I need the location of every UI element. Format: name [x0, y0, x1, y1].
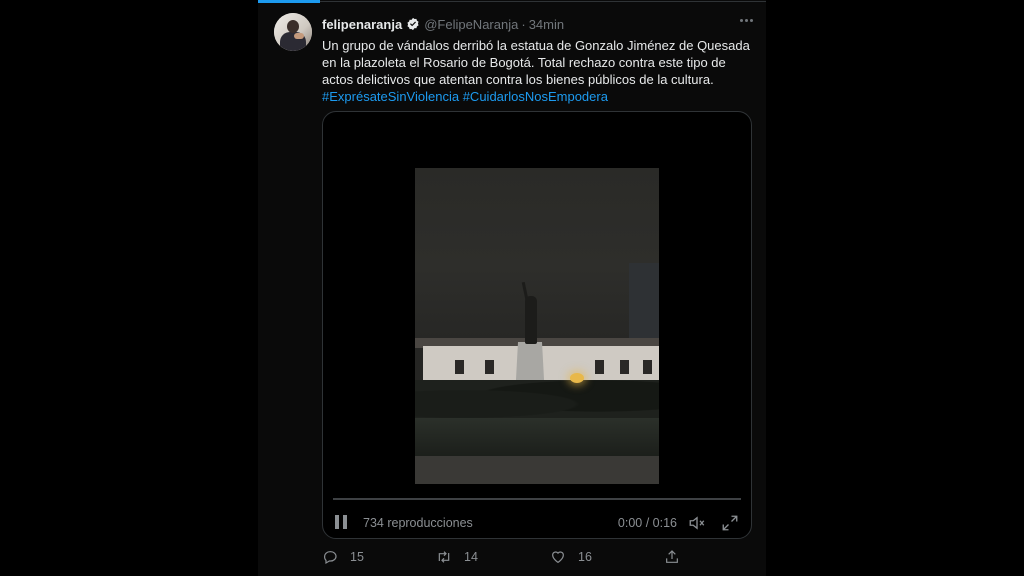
tweet-timestamp[interactable]: 34min [529, 17, 564, 32]
letterbox-right [766, 0, 1024, 576]
display-name[interactable]: felipenaranja [322, 17, 402, 32]
reply-count: 15 [350, 550, 364, 564]
reply-icon [324, 551, 337, 565]
video-player[interactable]: 734 reproducciones 0:00 / 0:16 [322, 111, 752, 539]
separator-dot: · [521, 16, 526, 32]
tweet-header: felipenaranja @FelipeNaranja · 34min [322, 14, 754, 34]
share-icon [666, 550, 678, 563]
user-handle[interactable]: @FelipeNaranja [424, 17, 518, 32]
more-icon[interactable] [736, 12, 756, 28]
tweet-actions: 15 14 16 [322, 546, 752, 568]
like-icon [552, 551, 564, 564]
tweet-text-line: Un grupo de vándalos derribó la estatua … [322, 38, 750, 53]
view-count: 734 reproducciones [363, 516, 473, 530]
video-timecode: 0:00 / 0:16 [617, 516, 677, 530]
tab-indicator [258, 0, 320, 3]
retweet-icon [438, 551, 450, 563]
hashtag-link[interactable]: #CuidarlosNosEmpodera [463, 89, 608, 104]
reply-button[interactable]: 15 [322, 546, 364, 568]
fullscreen-icon[interactable] [721, 514, 739, 532]
volume-icon[interactable] [687, 514, 707, 532]
letterbox-left [0, 0, 258, 576]
tweet-text: Un grupo de vándalos derribó la estatua … [322, 37, 752, 105]
video-frame[interactable] [415, 168, 659, 484]
video-progress-bar[interactable] [333, 498, 741, 500]
verified-badge-icon [406, 17, 420, 31]
tweet-text-line: en la plazoleta el Rosario de Bogotá. To… [322, 55, 726, 70]
like-button[interactable]: 16 [550, 546, 592, 568]
statue [525, 296, 537, 344]
share-button[interactable] [664, 546, 692, 568]
pause-icon[interactable] [335, 515, 349, 529]
retweet-button[interactable]: 14 [436, 546, 478, 568]
timeline-column: felipenaranja @FelipeNaranja · 34min Un … [258, 0, 766, 576]
hashtag-link[interactable]: #ExprésateSinViolencia [322, 89, 459, 104]
tweet[interactable]: felipenaranja @FelipeNaranja · 34min Un … [258, 4, 766, 576]
video-controls: 734 reproducciones 0:00 / 0:16 [323, 498, 751, 538]
like-count: 16 [578, 550, 592, 564]
retweet-count: 14 [464, 550, 478, 564]
hashtags: #ExprésateSinViolencia #CuidarlosNosEmpo… [322, 88, 752, 105]
avatar[interactable] [274, 13, 312, 51]
tweet-text-line: actos delictivos que atentan contra los … [322, 72, 714, 87]
divider [320, 1, 766, 2]
